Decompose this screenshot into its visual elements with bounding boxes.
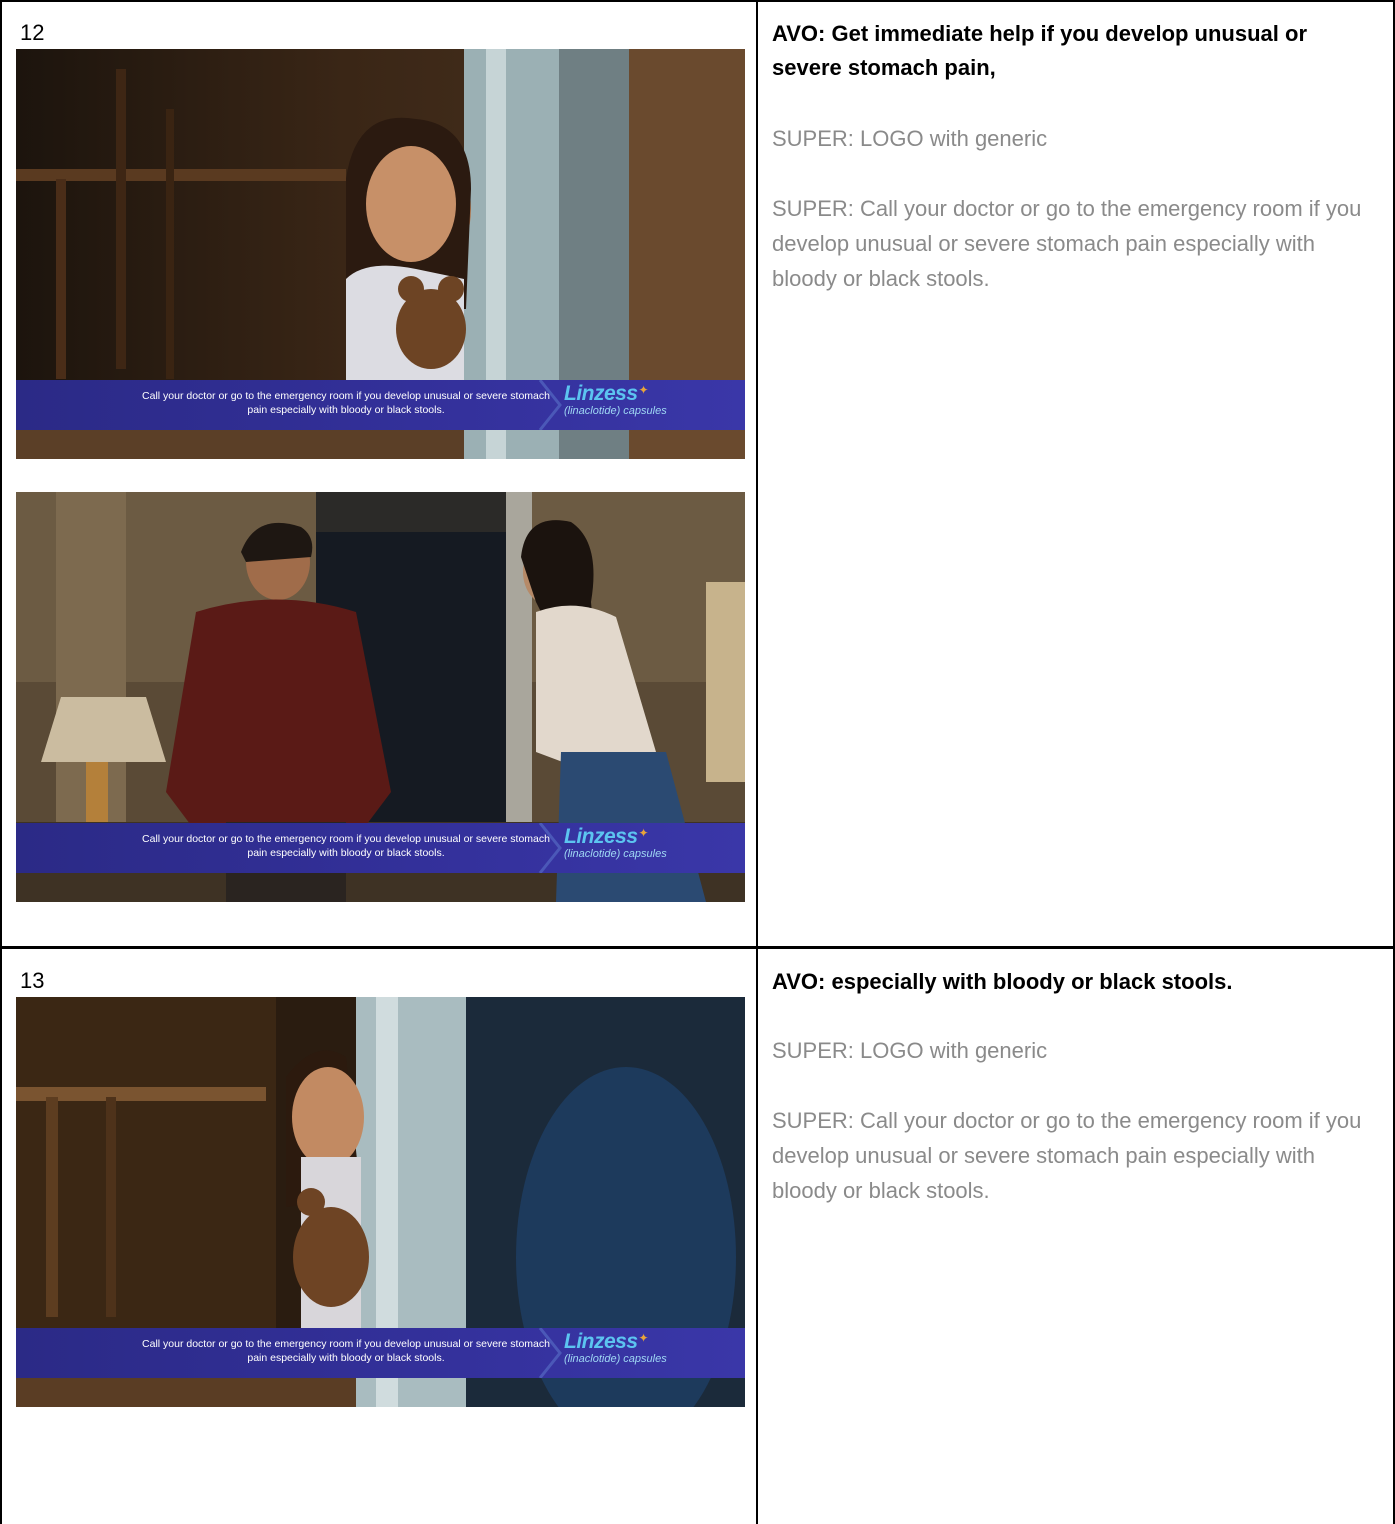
row-divider (0, 946, 1395, 949)
super-text: Call your doctor or go to the emergency … (142, 390, 550, 416)
super-bar: Call your doctor or go to the emergency … (16, 823, 745, 873)
avo-text: AVO: especially with bloody or black sto… (772, 969, 1233, 994)
brand-logo: Linzess✦ (linaclotide) capsules (564, 1331, 684, 1366)
brand-generic: (linaclotide) capsules (564, 405, 667, 417)
brand-name: Linzess (564, 825, 638, 848)
brand-generic: (linaclotide) capsules (564, 1353, 667, 1365)
super-copy-note: SUPER: Call your doctor or go to the eme… (772, 1108, 1362, 1203)
brand-mark-icon: ✦ (638, 1331, 649, 1345)
video-frame: Call your doctor or go to the emergency … (16, 997, 745, 1407)
brand-generic: (linaclotide) capsules (564, 848, 667, 860)
table-border-top (0, 0, 1395, 2)
column-divider (756, 0, 758, 1524)
super-logo-note: SUPER: LOGO with generic (772, 126, 1048, 151)
brand-mark-icon: ✦ (638, 383, 649, 397)
row-number: 12 (20, 20, 45, 45)
table-border-left (0, 0, 2, 1524)
video-frame: Call your doctor or go to the emergency … (16, 49, 745, 459)
video-frame: Call your doctor or go to the emergency … (16, 492, 745, 902)
avo-text: AVO: Get immediate help if you develop u… (772, 21, 1308, 80)
brand-mark-icon: ✦ (638, 826, 649, 840)
super-bar: Call your doctor or go to the emergency … (16, 1328, 745, 1378)
super-bar: Call your doctor or go to the emergency … (16, 380, 745, 430)
storyboard-table: 12 Call your doctor or go to the emergen… (0, 0, 1395, 1524)
brand-logo: Linzess✦ (linaclotide) capsules (564, 383, 684, 418)
super-text: Call your doctor or go to the emergency … (142, 833, 550, 859)
super-copy-note: SUPER: Call your doctor or go to the eme… (772, 196, 1362, 291)
brand-name: Linzess (564, 1330, 638, 1353)
brand-logo: Linzess✦ (linaclotide) capsules (564, 826, 684, 861)
brand-name: Linzess (564, 382, 638, 405)
super-logo-note: SUPER: LOGO with generic (772, 1038, 1048, 1063)
super-text: Call your doctor or go to the emergency … (142, 1338, 550, 1364)
row-number: 13 (20, 968, 45, 993)
